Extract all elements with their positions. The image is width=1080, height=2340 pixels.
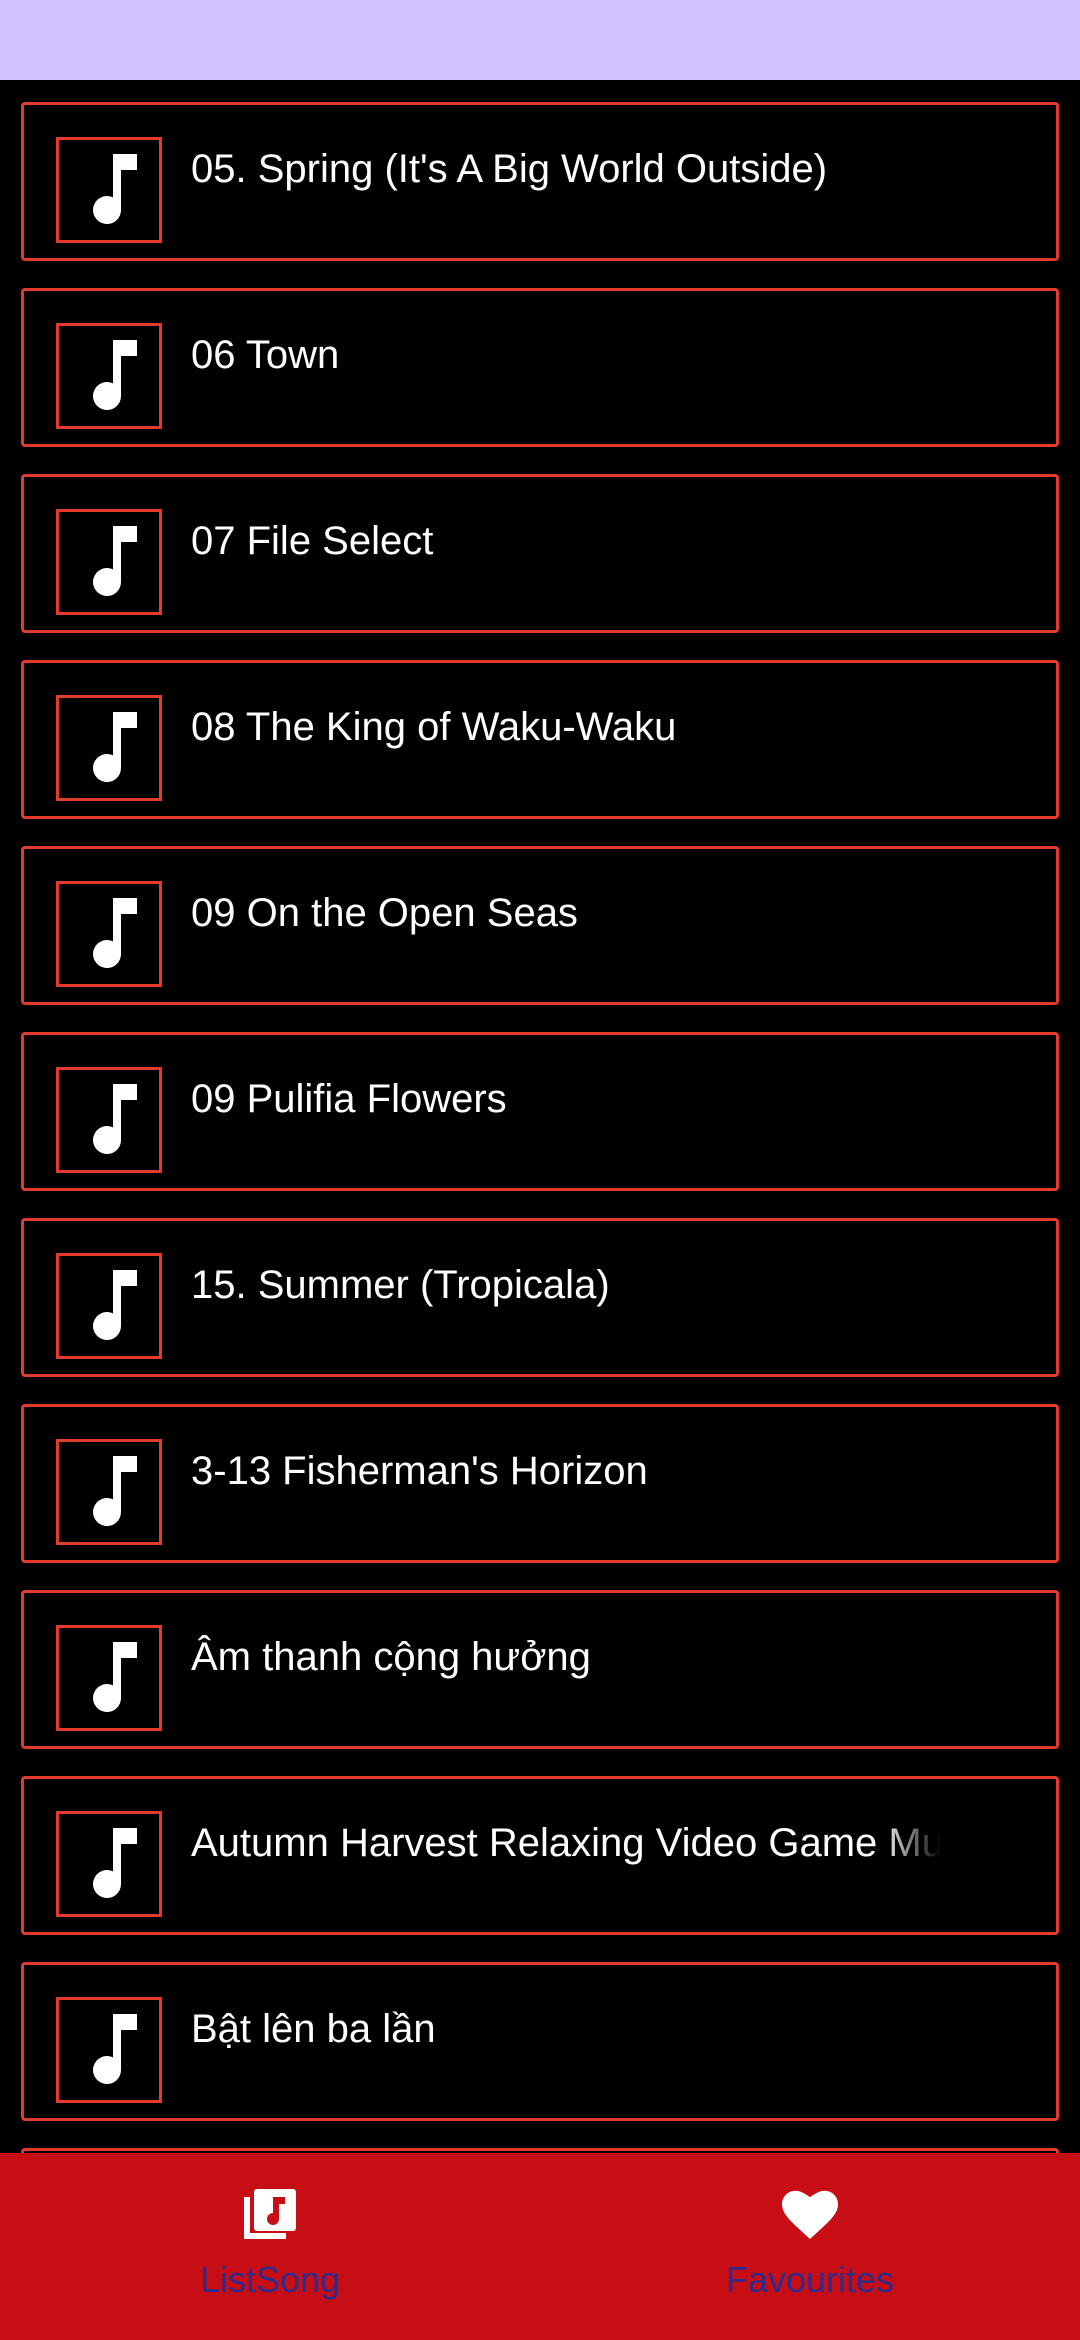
nav-label-listsong: ListSong — [199, 2259, 341, 2300]
music-note-icon — [56, 323, 162, 429]
song-title: 09 On the Open Seas — [191, 891, 578, 935]
nav-item-favourites[interactable]: Favourites — [540, 2153, 1080, 2340]
music-note-icon — [56, 881, 162, 987]
music-note-icon — [56, 1625, 162, 1731]
song-item[interactable]: 08 The King of Waku-Waku — [21, 660, 1059, 819]
music-library-icon — [240, 2185, 300, 2245]
song-title: Bật lên ba lần — [191, 2007, 436, 2051]
song-title: 05. Spring (It's A Big World Outside) — [191, 147, 828, 191]
song-item[interactable]: Bật lên ba lần — [21, 1962, 1059, 2121]
song-title: 08 The King of Waku-Waku — [191, 705, 677, 749]
status-bar — [0, 0, 1080, 80]
song-title: 09 Pulifia Flowers — [191, 1077, 507, 1121]
music-note-icon — [56, 695, 162, 801]
song-title: Âm thanh cộng hưởng — [191, 1635, 591, 1679]
song-item[interactable]: 06 Town — [21, 288, 1059, 447]
song-item[interactable]: 07 File Select — [21, 474, 1059, 633]
song-title: 15. Summer (Tropicala) — [191, 1263, 610, 1307]
music-note-icon — [56, 1067, 162, 1173]
music-note-icon — [56, 1253, 162, 1359]
song-item[interactable]: Âm thanh cộng hưởng — [21, 1590, 1059, 1749]
music-note-icon — [56, 1439, 162, 1545]
music-note-icon — [56, 1997, 162, 2103]
nav-label-favourites: Favourites — [725, 2259, 895, 2300]
song-title: 3-13 Fisherman's Horizon — [191, 1449, 648, 1493]
song-item[interactable]: 05. Spring (It's A Big World Outside) — [21, 102, 1059, 261]
music-note-icon — [56, 1811, 162, 1917]
nav-item-listsong[interactable]: ListSong — [0, 2153, 540, 2340]
song-item[interactable]: Autumn Harvest Relaxing Video Game Music — [21, 1776, 1059, 1935]
song-item[interactable]: 09 Pulifia Flowers — [21, 1032, 1059, 1191]
heart-icon — [780, 2185, 840, 2245]
song-item[interactable]: 09 On the Open Seas — [21, 846, 1059, 1005]
song-title: 07 File Select — [191, 519, 434, 563]
music-note-icon — [56, 509, 162, 615]
song-title: Autumn Harvest Relaxing Video Game Music — [191, 1821, 941, 1865]
music-note-icon — [56, 137, 162, 243]
bottom-navigation: ListSong Favourites — [0, 2153, 1080, 2340]
song-list[interactable]: 05. Spring (It's A Big World Outside) 06… — [0, 80, 1080, 2153]
song-item[interactable]: 15. Summer (Tropicala) — [21, 1218, 1059, 1377]
song-item[interactable]: 3-13 Fisherman's Horizon — [21, 1404, 1059, 1563]
song-title: 06 Town — [191, 333, 340, 377]
